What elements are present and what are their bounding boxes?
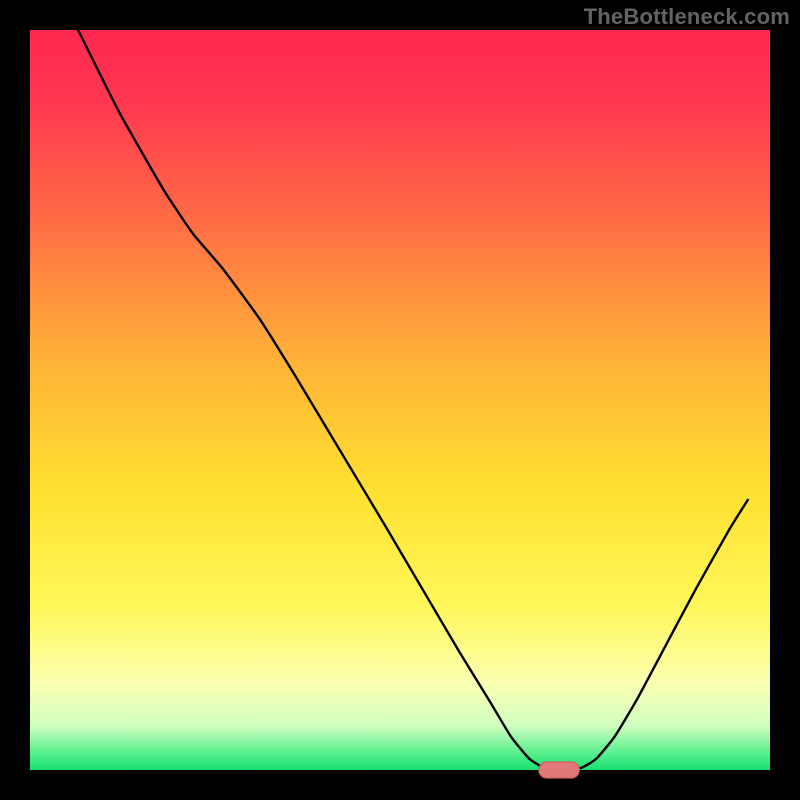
- chart-frame: TheBottleneck.com: [0, 0, 800, 800]
- optimal-marker: [539, 762, 580, 778]
- bottleneck-chart: [0, 0, 800, 800]
